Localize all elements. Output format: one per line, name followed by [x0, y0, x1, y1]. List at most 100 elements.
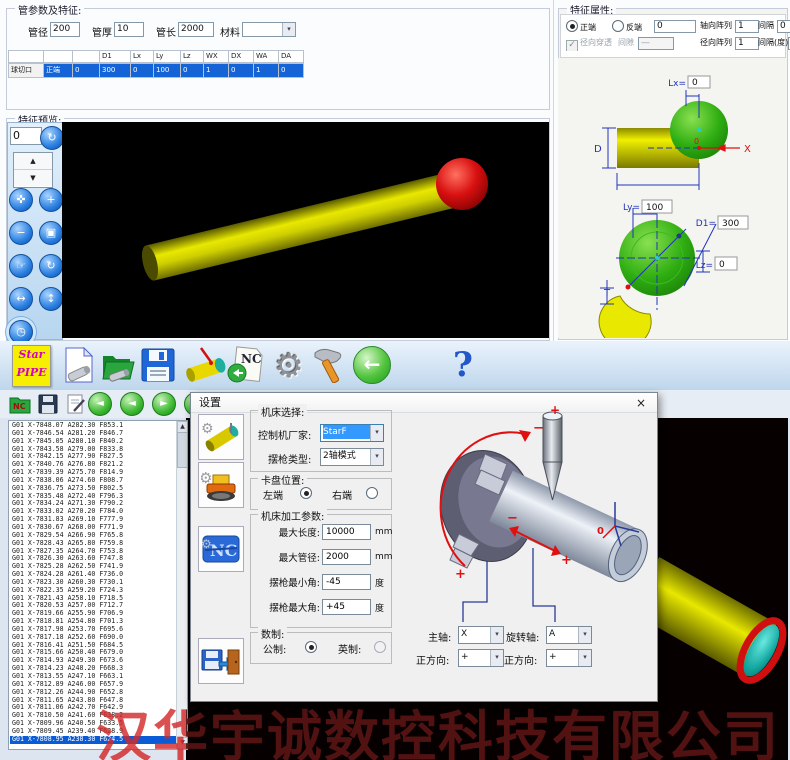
radio-on-icon[interactable] — [566, 20, 578, 32]
preview-tool-zoom-window[interactable]: ▣ — [39, 221, 63, 245]
torch-plus: + — [550, 406, 560, 417]
chevron-down-icon[interactable]: ▾ — [578, 650, 591, 666]
pipe-length-input[interactable]: 2000 — [178, 22, 214, 37]
chevron-down-icon[interactable]: ▾ — [490, 650, 503, 666]
posdir2-label: 正方向: — [504, 652, 537, 667]
scroll-down-icon[interactable]: ▼ — [177, 737, 188, 749]
param-input[interactable]: +45 — [322, 599, 371, 615]
machine-type-icon-button[interactable]: ⚙ — [198, 462, 244, 508]
rotary-select[interactable]: A ▾ — [546, 626, 592, 644]
pipe-thickness-input[interactable]: 10 — [114, 22, 144, 37]
open-file-button[interactable] — [100, 344, 136, 386]
posdir-value: + — [461, 650, 490, 664]
table-cell[interactable]: 0 — [131, 63, 154, 78]
table-cell[interactable]: 0 — [279, 63, 304, 78]
param-input[interactable]: 10000 — [322, 524, 371, 540]
table-cell[interactable]: 300 — [100, 63, 131, 78]
preview-tool-apply-rotate[interactable]: ↻ — [40, 126, 64, 150]
radial-array-input[interactable]: 1 — [735, 37, 759, 50]
preview-angle-spinner[interactable]: ▲ ▼ — [13, 152, 53, 188]
param-input[interactable]: -45 — [322, 574, 371, 590]
axial-array-input[interactable]: 1 — [735, 20, 759, 33]
machine-config-icon-button[interactable]: ⚙ — [198, 414, 244, 460]
save-exit-icon-button[interactable] — [198, 638, 244, 684]
app-logo[interactable]: Star PIPE — [12, 345, 51, 387]
preview-tool-move[interactable]: ✜ — [9, 188, 33, 212]
checkbox-checked-icon[interactable]: ✓ — [566, 40, 578, 51]
spinner-down-icon[interactable]: ▼ — [14, 170, 52, 186]
gun-type-select[interactable]: 2轴模式 ▾ — [320, 448, 384, 466]
material-select[interactable]: ▾ — [242, 22, 296, 37]
nav-button-prev[interactable]: ◄ — [120, 392, 144, 416]
imperial-radio[interactable] — [374, 641, 386, 653]
dim-lz-value: 0 — [719, 260, 725, 270]
chevron-down-icon[interactable]: ▾ — [490, 627, 503, 643]
preview-3d-canvas[interactable] — [62, 122, 549, 338]
posdir2-select[interactable]: + ▾ — [546, 649, 592, 667]
nav-button-play[interactable]: ► — [152, 392, 176, 416]
chevron-down-icon[interactable]: ▾ — [578, 627, 591, 643]
dim-d1-label: D1= — [696, 219, 716, 229]
nc-folder-button[interactable]: NC — [8, 392, 32, 416]
scroll-thumb[interactable] — [177, 432, 188, 468]
preview-tool-zoom-in[interactable]: + — [39, 188, 63, 212]
gcode-scrollbar[interactable]: ▲ ▼ — [176, 421, 187, 749]
radial-penetrate-check[interactable]: ✓径向穿透 — [566, 37, 612, 51]
help-button[interactable]: ? — [448, 344, 478, 386]
header-cell — [44, 50, 73, 63]
back-button[interactable]: ← — [352, 344, 392, 386]
table-cell[interactable]: 球切口 — [8, 63, 44, 78]
front-end-radio[interactable]: 正端 — [566, 20, 596, 33]
table-cell[interactable]: 0 — [229, 63, 254, 78]
table-cell[interactable]: 0 — [181, 63, 204, 78]
param-input[interactable]: 2000 — [322, 549, 371, 565]
nc-output-icon-button[interactable]: ⚙NC — [198, 526, 244, 572]
preview-angle-input[interactable]: 0 — [10, 127, 42, 145]
vendor-select[interactable]: StarF ▾ — [320, 424, 384, 442]
chuck-left-radio[interactable] — [300, 487, 312, 499]
save-nc-button[interactable] — [36, 392, 60, 416]
preview-tool-zoom-out[interactable]: − — [9, 221, 33, 245]
feature-table-row[interactable]: 球切口正端0300010001010 — [8, 63, 304, 78]
chuck-right-radio[interactable] — [366, 487, 378, 499]
preview-tool-fit-width[interactable]: ↔ — [9, 287, 33, 311]
tools-button[interactable] — [310, 344, 346, 386]
generate-nc-button[interactable]: NC — [226, 344, 264, 386]
chevron-down-icon[interactable]: ▾ — [370, 449, 383, 465]
back-end-radio[interactable]: 反端 — [612, 20, 642, 33]
radio-off-icon[interactable] — [612, 20, 624, 32]
save-button[interactable] — [140, 344, 176, 386]
spindle-select[interactable]: X ▾ — [458, 626, 504, 644]
chevron-down-icon[interactable]: ▾ — [282, 23, 295, 36]
param-unit: 度 — [375, 601, 384, 614]
gun-type-label: 摆枪类型: — [268, 451, 311, 466]
preview-tool-fit-height[interactable]: ↕ — [39, 287, 63, 311]
axis-plus: + — [561, 553, 572, 568]
axial-gap-input[interactable]: 0 — [777, 20, 790, 33]
origin-label: 0 — [694, 137, 699, 146]
preview-tool-rotate[interactable]: ↻ — [39, 254, 63, 278]
clearance-input[interactable]: — — [638, 37, 674, 50]
app-window: 管参数及特征: 管径 200 管厚 10 管长 2000 材料 ▾ D1LxLy… — [0, 0, 790, 760]
table-cell[interactable]: 1 — [254, 63, 279, 78]
gcode-line[interactable]: G01 X-7808.95 A238.30 F624.5 — [10, 736, 177, 744]
table-cell[interactable]: 1 — [204, 63, 229, 78]
chevron-down-icon[interactable]: ▾ — [370, 425, 383, 441]
nav-button-first[interactable]: ◄ — [88, 392, 112, 416]
gcode-lines: G01 X-7848.07 A282.30 F853.1G01 X-7846.5… — [10, 422, 177, 744]
end-offset-input[interactable]: 0 — [654, 20, 696, 33]
metric-radio[interactable] — [305, 641, 317, 653]
gcode-list[interactable]: G01 X-7848.07 A282.30 F853.1G01 X-7846.5… — [8, 420, 188, 750]
spinner-up-icon[interactable]: ▲ — [14, 153, 52, 170]
edit-nc-button[interactable] — [64, 392, 88, 416]
dim-lx-value: 0 — [692, 78, 698, 88]
table-cell[interactable]: 100 — [154, 63, 181, 78]
table-cell[interactable]: 0 — [73, 63, 100, 78]
table-cell[interactable]: 正端 — [44, 63, 73, 78]
preview-tool-pan-hand[interactable]: ☞ — [9, 254, 33, 278]
posdir-select[interactable]: + ▾ — [458, 649, 504, 667]
axial-array-label: 轴向阵列 — [700, 20, 732, 31]
new-file-button[interactable] — [62, 344, 96, 386]
pipe-diameter-input[interactable]: 200 — [50, 22, 80, 37]
settings-button[interactable]: ⚙ — [270, 344, 308, 386]
